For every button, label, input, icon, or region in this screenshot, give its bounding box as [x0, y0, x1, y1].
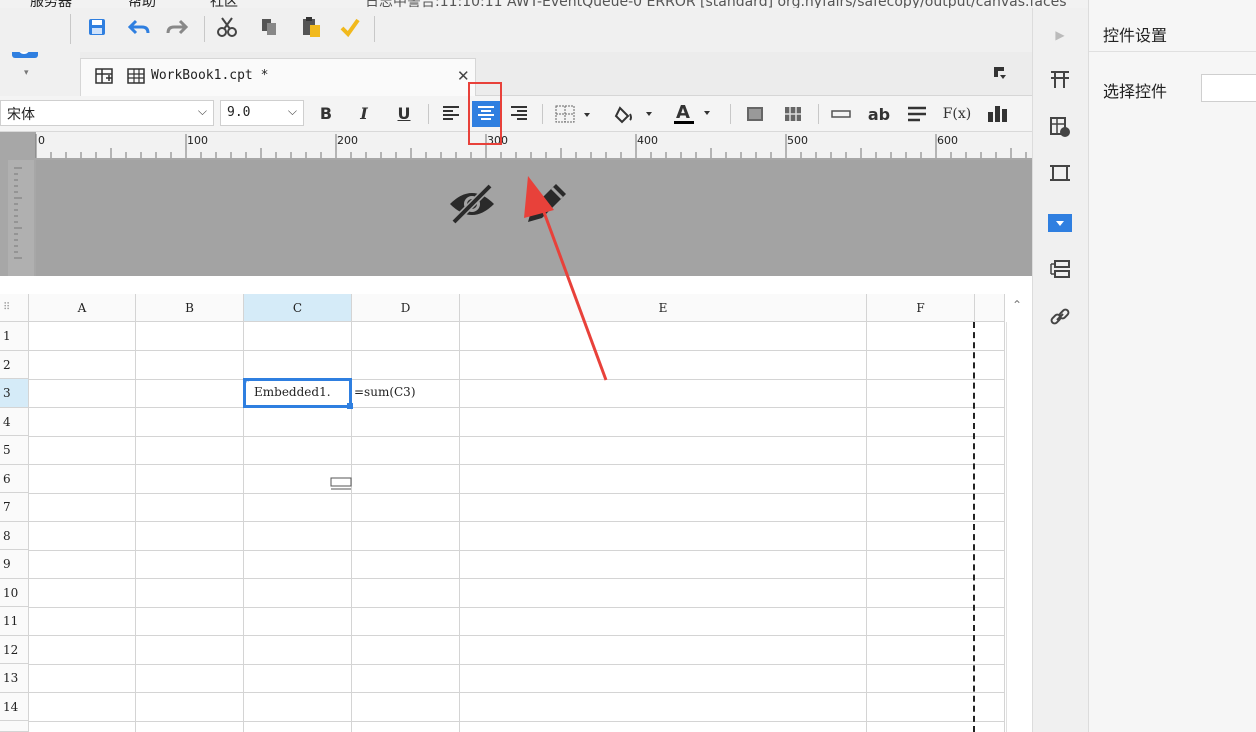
ruler-label: 100 — [187, 134, 208, 147]
row-header[interactable]: 13 — [0, 664, 29, 693]
tab-list-icon[interactable] — [988, 62, 1012, 84]
row-header[interactable]: 2 — [0, 350, 29, 379]
ruler-label: 0 — [38, 134, 45, 147]
form-widget-icon[interactable] — [1045, 64, 1075, 94]
widget-marker-icon: * — [244, 377, 249, 388]
fill-handle[interactable] — [347, 403, 353, 409]
menu-item-community[interactable]: 社区 — [210, 0, 238, 8]
main-toolbar — [0, 8, 1032, 52]
text-tool-button[interactable]: ab — [864, 101, 894, 127]
page-break-line — [973, 322, 975, 732]
select-all-corner[interactable]: ⠿ — [0, 294, 29, 322]
textbox-widget-icon[interactable] — [828, 101, 854, 127]
ruler-label: 500 — [787, 134, 808, 147]
copy-icon[interactable] — [256, 14, 282, 40]
widget-settings-icon-active[interactable] — [1045, 208, 1075, 238]
font-size-select[interactable]: 9.0 ⌵ — [220, 100, 304, 126]
menu-item-help[interactable]: 帮助 — [128, 0, 156, 8]
hyperlink-icon[interactable] — [1045, 302, 1075, 332]
save-icon[interactable] — [84, 14, 110, 40]
row-header-partial — [0, 721, 29, 732]
row-header[interactable]: 12 — [0, 635, 29, 664]
svg-text:A: A — [676, 103, 690, 123]
border-dropdown-icon[interactable] — [552, 101, 596, 127]
bold-button[interactable]: B — [314, 100, 338, 126]
cell-d3[interactable]: =sum(C3) — [354, 385, 416, 399]
row-header-selected[interactable]: 3 — [0, 379, 29, 408]
paste-icon[interactable] — [298, 14, 324, 40]
side-toolbar: ▶ — [1032, 8, 1088, 732]
cell-c3[interactable]: * Embedded1. — [243, 377, 352, 408]
text-lines-icon[interactable] — [904, 101, 930, 127]
font-size-value: 9.0 — [227, 105, 251, 120]
fill-color-dropdown-icon[interactable] — [612, 101, 660, 127]
undo-icon[interactable] — [126, 14, 152, 40]
row-header[interactable]: 9 — [0, 550, 29, 579]
textbox-widget-icon[interactable] — [330, 475, 352, 491]
row-header[interactable]: 1 — [0, 322, 29, 351]
collapse-arrow-icon[interactable]: ▶ — [1045, 20, 1075, 50]
spreadsheet-grid[interactable]: ⠿ A B C D E F 1 2 3 4 5 6 7 8 9 10 11 12… — [0, 294, 1028, 732]
tab-workbook1[interactable]: WorkBook1.cpt * ✕ — [80, 58, 476, 96]
column-header-b[interactable]: B — [136, 294, 244, 322]
align-right-icon[interactable] — [506, 101, 532, 127]
column-header-f[interactable]: F — [867, 294, 975, 322]
horizontal-ruler: 0 100 200 300 400 500 600 — [0, 132, 1032, 160]
font-name-value: 宋体 — [7, 107, 35, 123]
redo-icon[interactable] — [164, 14, 190, 40]
font-name-select[interactable]: 宋体 ⌵ — [0, 100, 214, 126]
select-widget-dropdown[interactable] — [1201, 74, 1256, 102]
menu-bar: 服务器 帮助 社区 日志中警告:11:10:11 AWT-EventQueue-… — [0, 0, 1256, 8]
column-header-d[interactable]: D — [352, 294, 460, 322]
row-header[interactable]: 14 — [0, 692, 29, 721]
condition-attribute-icon[interactable] — [1045, 254, 1075, 284]
cell-c3-value: Embedded1. — [254, 385, 331, 399]
row-header[interactable]: 10 — [0, 578, 29, 607]
underline-button[interactable]: U — [392, 100, 416, 126]
row-header[interactable]: 8 — [0, 521, 29, 550]
row-header[interactable]: 11 — [0, 607, 29, 636]
column-header-a[interactable]: A — [29, 294, 136, 322]
workbook-icon — [125, 65, 147, 87]
column-header-c[interactable]: C — [244, 294, 352, 322]
tab-label: WorkBook1.cpt * — [151, 68, 269, 83]
hide-eye-icon[interactable] — [446, 180, 498, 228]
align-left-icon[interactable] — [438, 101, 464, 127]
row-header[interactable]: 5 — [0, 436, 29, 465]
log-message: 日志中警告:11:10:11 AWT-EventQueue-0 ERROR [s… — [365, 0, 1067, 8]
row-header[interactable]: 7 — [0, 493, 29, 522]
widget-settings-panel: 控件设置 选择控件 — [1088, 0, 1256, 732]
annotation-highlight-box — [468, 82, 502, 145]
ruler-label: 200 — [337, 134, 358, 147]
cell-attribute-icon[interactable] — [1045, 112, 1075, 142]
column-header-empty — [975, 294, 1005, 322]
new-workbook-icon[interactable] — [93, 65, 115, 87]
row-header[interactable]: 6 — [0, 464, 29, 493]
format-painter-icon[interactable] — [336, 14, 362, 40]
menu-item-server[interactable]: 服务器 — [30, 0, 72, 8]
font-color-dropdown-icon[interactable]: A — [670, 101, 718, 127]
merge-cells-icon[interactable] — [742, 101, 768, 127]
italic-button[interactable]: I — [352, 100, 376, 126]
chart-icon[interactable] — [984, 101, 1010, 127]
vertical-ruler — [0, 160, 36, 276]
panel-header: 控件设置 — [1089, 8, 1256, 52]
formula-button[interactable]: F(x) — [942, 101, 972, 127]
crop-frame-icon[interactable] — [1045, 158, 1075, 188]
unmerge-cells-icon[interactable] — [780, 101, 806, 127]
cut-icon[interactable] — [214, 14, 240, 40]
scroll-up-icon[interactable]: ⌃ — [1006, 298, 1028, 318]
ruler-label: 400 — [637, 134, 658, 147]
chevron-down-icon[interactable]: ⌵ — [288, 104, 297, 119]
row-header[interactable]: 4 — [0, 407, 29, 436]
format-toolbar: 宋体 ⌵ 9.0 ⌵ B I U A ab F(x) — [0, 96, 1032, 132]
vertical-scrollbar[interactable] — [1006, 322, 1028, 732]
annotation-arrow — [524, 176, 608, 381]
select-widget-label: 选择控件 — [1103, 82, 1168, 101]
chevron-down-icon[interactable]: ⌵ — [198, 104, 207, 119]
panel-title: 控件设置 — [1103, 26, 1168, 45]
ruler-label: 600 — [937, 134, 958, 147]
tab-bar: WorkBook1.cpt * ✕ — [80, 52, 1032, 96]
logo-dropdown-icon[interactable]: ▾ — [24, 68, 29, 78]
